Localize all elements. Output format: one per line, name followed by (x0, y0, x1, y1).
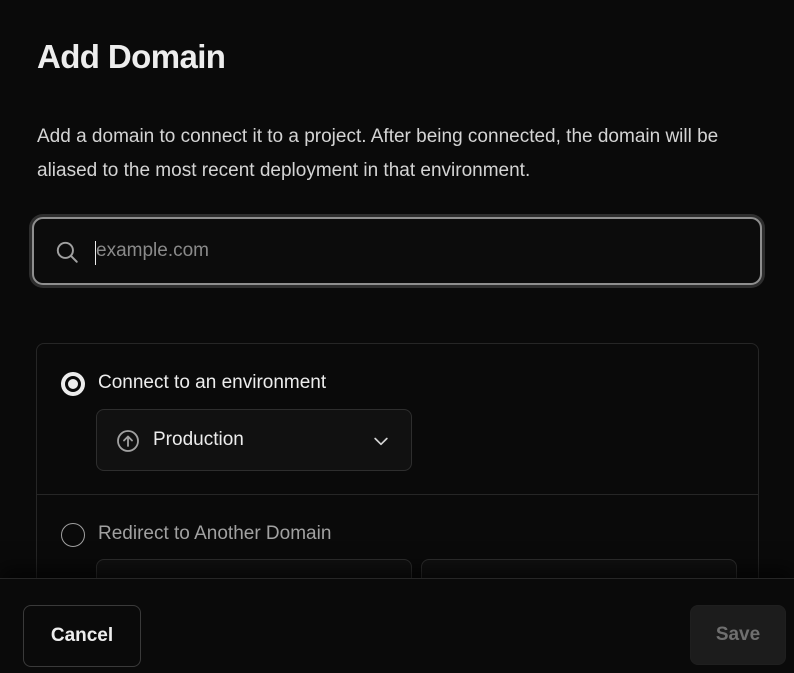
environment-selected-value: Production (153, 429, 244, 450)
chevron-down-icon (374, 437, 388, 446)
dialog-title: Add Domain (37, 38, 226, 75)
dialog-description: Add a domain to connect it to a project.… (37, 126, 719, 181)
arrow-up-circle-icon (117, 430, 139, 452)
connect-environment-label[interactable]: Connect to an environment (98, 372, 326, 394)
save-button[interactable]: Save (690, 605, 786, 665)
connect-environment-option: Connect to an environment Production (37, 344, 758, 495)
connect-environment-radio[interactable] (61, 372, 85, 396)
cancel-button[interactable]: Cancel (23, 605, 141, 667)
add-domain-dialog: Add Domain Add a domain to connect it to… (0, 0, 794, 673)
redirect-domain-label[interactable]: Redirect to Another Domain (98, 523, 331, 545)
domain-input[interactable] (96, 229, 736, 273)
domain-search-field[interactable] (32, 217, 762, 285)
search-icon (56, 241, 78, 263)
dialog-footer: Cancel Save (0, 578, 794, 673)
environment-select[interactable]: Production (96, 409, 412, 471)
redirect-domain-radio[interactable] (61, 523, 85, 547)
